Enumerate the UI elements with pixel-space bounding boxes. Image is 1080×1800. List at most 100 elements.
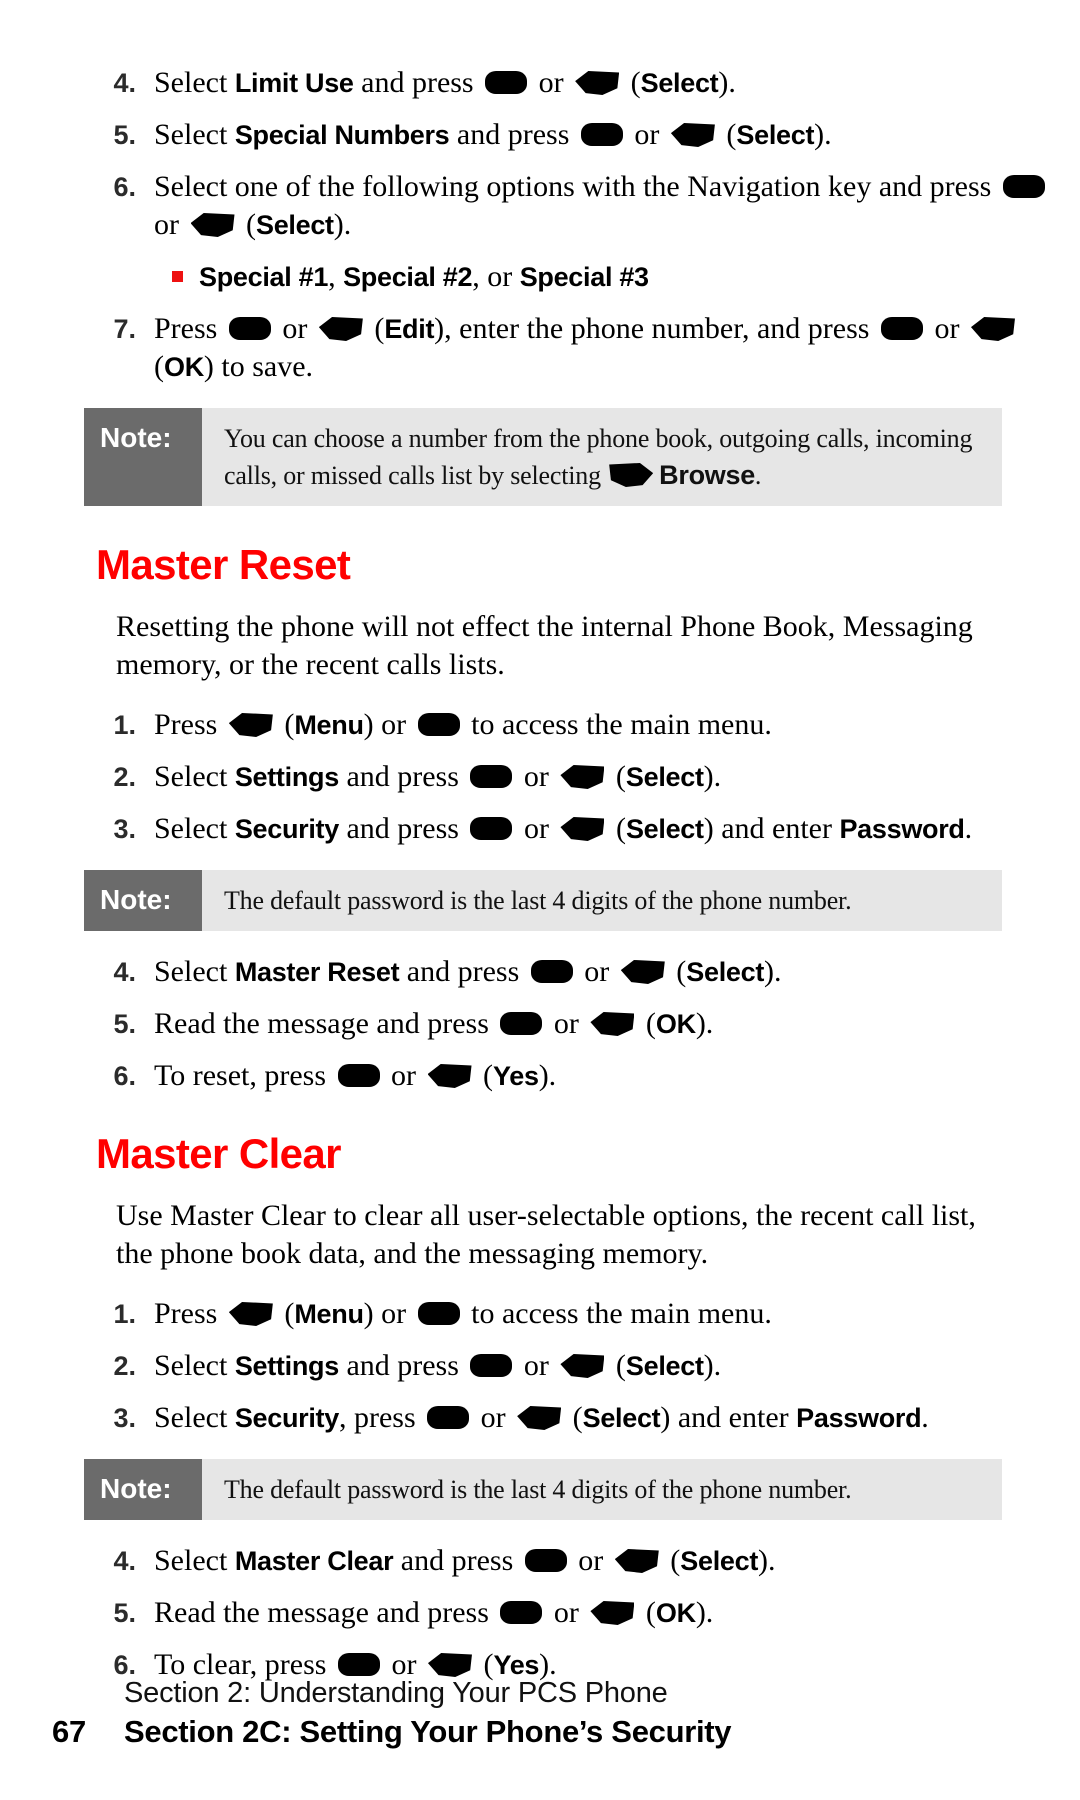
ui-term: Select [640, 68, 719, 98]
step-number: 3. [113, 814, 136, 844]
left-softkey-icon [560, 817, 605, 841]
steps-list-special-numbers: 4. Select Limit Use and press or (Select)… [110, 64, 1050, 244]
body-text: and press [338, 812, 467, 845]
right-softkey-icon [609, 463, 654, 487]
ok-key-icon [530, 960, 573, 983]
note-master-reset-password: Note: The default password is the last 4… [84, 870, 1002, 931]
footer-subsection-title: Section 2C: Setting Your Phone’s Securit… [124, 1714, 732, 1749]
step-text: Select one of the following options with… [154, 168, 1050, 244]
special-options-bullet-item: Special #1, Special #2, or Special #3 [110, 258, 1050, 296]
ok-key-icon [524, 1549, 567, 1572]
instruction-step: 4. Select Limit Use and press or (Select)… [110, 64, 1050, 102]
step-number: 6. [113, 172, 136, 202]
ui-term: Limit Use [234, 68, 354, 98]
step-number: 4. [113, 68, 136, 98]
ui-term: Menu [294, 710, 364, 740]
steps-list-master-clear-2: 4. Select Master Clear and press or (Sele… [110, 1542, 1050, 1684]
steps-list-master-reset-1: 1. Press (Menu) or to access the main men… [110, 706, 1050, 848]
body-text: . [964, 812, 973, 845]
page-number: 67 [52, 1714, 86, 1749]
ok-key-icon [500, 1601, 543, 1624]
note-master-clear-password: Note: The default password is the last 4… [84, 1459, 1002, 1520]
body-text: Select [154, 812, 235, 845]
body-text: . [921, 1401, 929, 1434]
instruction-step: 1. Press (Menu) or to access the main men… [110, 1295, 1050, 1333]
step-text: Select Master Clear and press or (Select… [154, 1542, 1050, 1580]
body-text: or [570, 1544, 611, 1577]
body-text: Select [154, 1349, 235, 1382]
left-softkey-icon [560, 1354, 605, 1378]
body-text: or [516, 1349, 557, 1382]
body-text: ). [333, 208, 352, 241]
body-text: Read the message and press [154, 1596, 497, 1629]
body-text: ). [703, 760, 722, 793]
body-text: ( [154, 350, 164, 383]
ui-term: OK [655, 1009, 696, 1039]
step-text: Select Special Numbers and press or (Sel… [154, 116, 1050, 154]
instruction-step: 5. Read the message and press or (OK). [110, 1005, 1050, 1043]
ok-key-icon [485, 71, 528, 94]
ok-key-icon [228, 317, 271, 340]
step-number: 5. [113, 120, 136, 150]
body-text: or [274, 312, 315, 345]
step-number: 1. [113, 710, 136, 740]
body-text: ( [608, 812, 626, 845]
body-text: ( [276, 708, 295, 741]
ok-key-icon [470, 765, 513, 788]
ui-term: Select [582, 1403, 661, 1433]
ok-key-icon [1002, 175, 1045, 198]
step-number: 7. [113, 314, 136, 344]
master-reset-intro: Resetting the phone will not effect the … [116, 610, 973, 681]
left-softkey-icon [427, 1064, 472, 1088]
step-number: 5. [113, 1598, 136, 1628]
ui-term: Master Clear [234, 1546, 394, 1576]
ui-term: Select [625, 1351, 704, 1381]
body-text: or [473, 1401, 514, 1434]
ui-term: Security [234, 814, 339, 844]
body-text: ) and enter [660, 1401, 797, 1434]
body-text: To reset, press [154, 1059, 334, 1092]
step-text: Select Master Reset and press or (Select… [154, 953, 1050, 991]
ok-key-icon [337, 1064, 380, 1087]
ok-key-icon [427, 1406, 470, 1429]
step-text: Press (Menu) or to access the main menu. [154, 1295, 1050, 1333]
step-text: Select Security, press or (Select) and e… [154, 1399, 1050, 1437]
instruction-step: 3. Select Security and press or (Select) … [110, 810, 1050, 848]
ok-key-icon [337, 1653, 380, 1676]
body-text: The default password is the last 4 digit… [224, 886, 852, 915]
ok-key-icon [500, 1012, 543, 1035]
body-text: Select [154, 66, 235, 99]
body-text: . [754, 461, 762, 490]
body-text: ) and enter [703, 812, 840, 845]
instruction-step: 5. Select Special Numbers and press or (S… [110, 116, 1050, 154]
step-text: Select Settings and press or (Select). [154, 758, 1050, 796]
body-text: ). [695, 1007, 714, 1040]
ui-term: Special #1 [199, 262, 329, 292]
left-softkey-icon [575, 71, 620, 95]
step-number: 1. [113, 1299, 136, 1329]
body-text: ). [695, 1596, 714, 1629]
ui-term: Select [680, 1546, 759, 1576]
footer-section-title: Section 2: Understanding Your PCS Phone [124, 1677, 668, 1709]
body-text: ( [608, 760, 626, 793]
left-softkey-icon [670, 123, 715, 147]
body-text: or [576, 955, 617, 988]
left-softkey-icon [970, 317, 1015, 341]
footer-subsection-row: 67 Section 2C: Setting Your Phone’s Secu… [52, 1712, 1080, 1752]
master-reset-steps-before-note: 1. Press (Menu) or to access the main men… [110, 706, 1050, 848]
instruction-step: 5. Read the message and press or (OK). [110, 1594, 1050, 1632]
instruction-step: 3. Select Security, press or (Select) and… [110, 1399, 1050, 1437]
body-text: or [516, 760, 557, 793]
step-number: 2. [113, 762, 136, 792]
ui-term: Special #3 [519, 262, 649, 292]
body-text: Press [154, 1297, 225, 1330]
manual-page: 4. Select Limit Use and press or ( Select)… [0, 0, 1080, 1800]
body-text: and press [338, 760, 467, 793]
instruction-step: 4. Select Master Reset and press or (Sele… [110, 953, 1050, 991]
body-text: ( [238, 208, 256, 241]
body-text: or [531, 66, 572, 99]
ui-term: Browse [659, 460, 755, 490]
page-footer: Section 2: Understanding Your PCS Phone … [0, 1674, 1080, 1752]
body-text: ( [276, 1297, 295, 1330]
ok-key-icon [417, 1302, 460, 1325]
